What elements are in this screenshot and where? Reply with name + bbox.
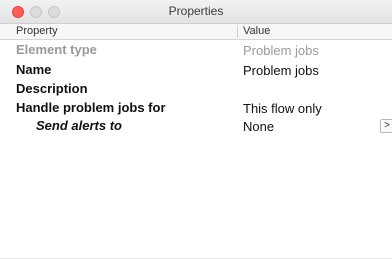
column-header-property[interactable]: Property: [16, 25, 58, 37]
table-header: Property Value: [0, 24, 392, 40]
row-send-alerts-to[interactable]: Send alerts to None >: [0, 117, 392, 135]
property-label: Description: [16, 81, 88, 96]
property-label: Element type: [16, 42, 97, 57]
property-label: Send alerts to: [36, 118, 122, 133]
properties-window: Properties Property Value Element type P…: [0, 0, 392, 259]
column-divider[interactable]: [237, 25, 238, 38]
row-name[interactable]: Name Problem jobs: [0, 61, 392, 79]
row-element-type[interactable]: Element type Problem jobs: [0, 41, 392, 59]
property-value[interactable]: This flow only: [243, 101, 322, 116]
property-label: Name: [16, 62, 52, 77]
row-description[interactable]: Description: [0, 80, 392, 98]
window-title: Properties: [168, 4, 224, 18]
property-value[interactable]: None: [243, 119, 274, 134]
title-bar: Properties: [0, 0, 392, 24]
property-label: Handle problem jobs for: [16, 100, 166, 115]
edit-value-button[interactable]: >: [380, 119, 392, 133]
column-header-value[interactable]: Value: [243, 25, 270, 37]
property-value[interactable]: Problem jobs: [243, 63, 319, 78]
row-handle-problem-jobs[interactable]: Handle problem jobs for This flow only: [0, 99, 392, 117]
property-value: Problem jobs: [243, 43, 319, 58]
